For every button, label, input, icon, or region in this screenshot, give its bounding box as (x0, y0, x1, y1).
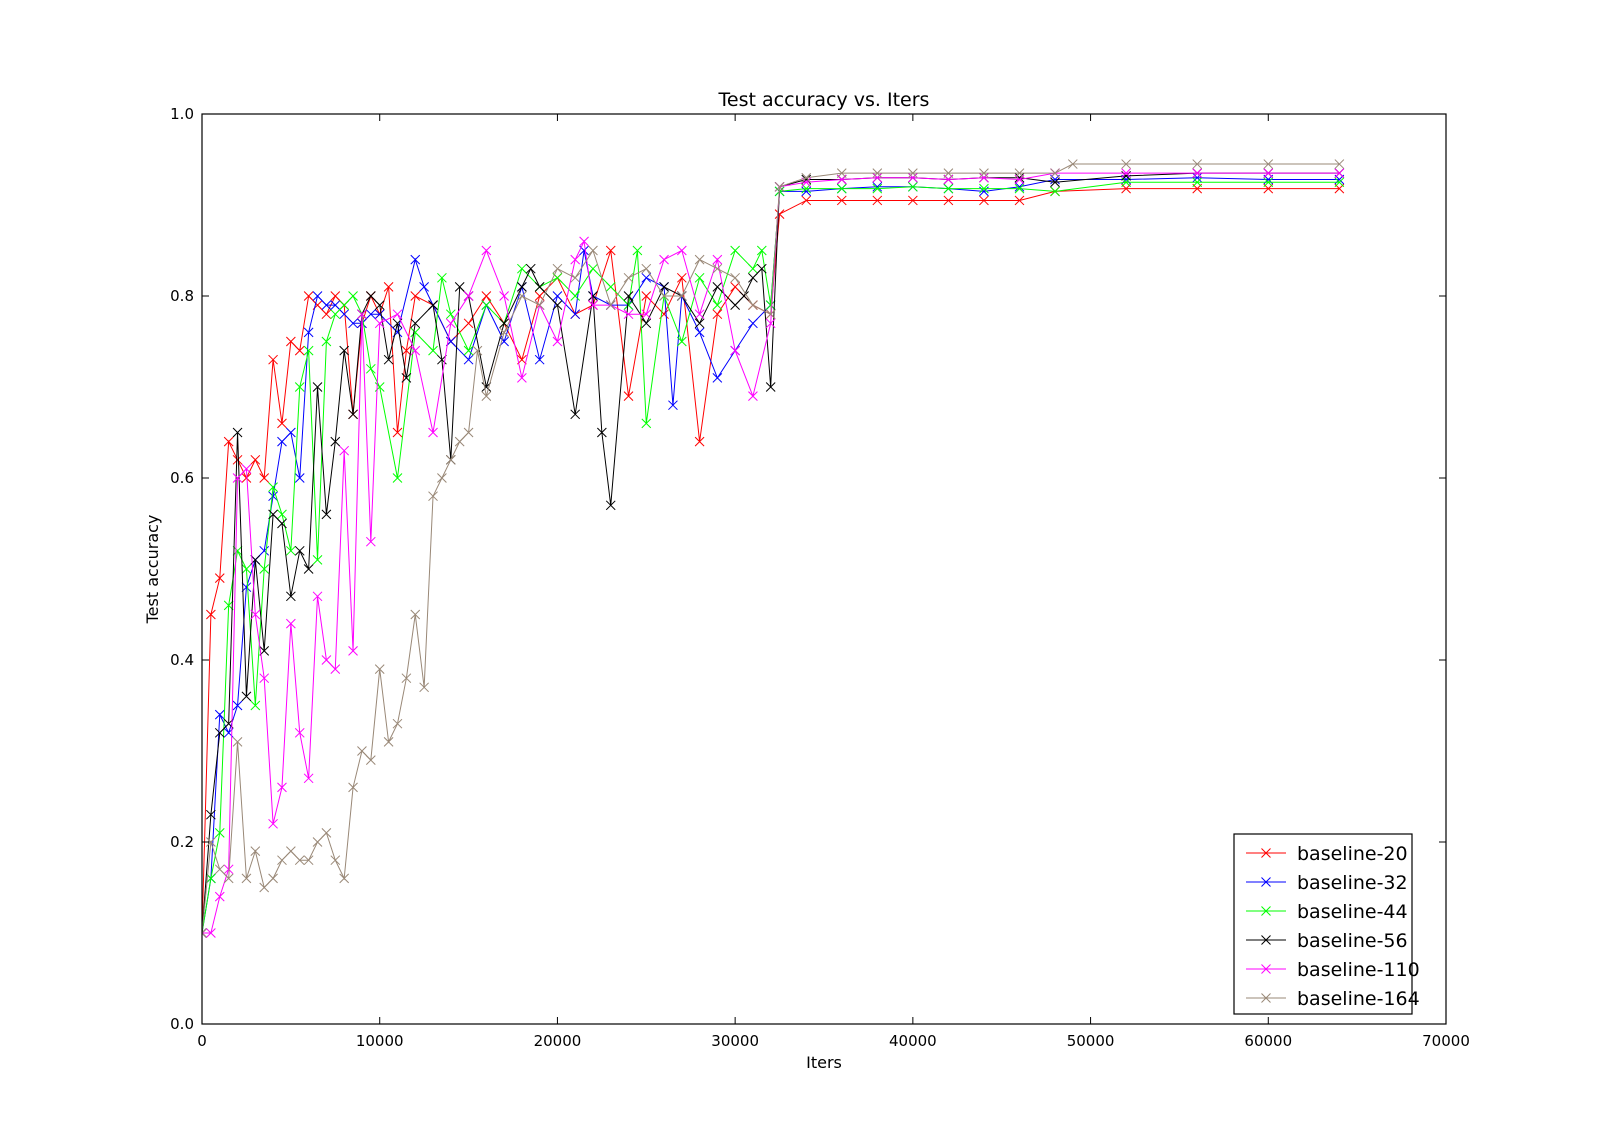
y-tick-label: 0.2 (170, 833, 194, 851)
legend-label: baseline-164 (1297, 988, 1420, 1010)
legend-label: baseline-56 (1297, 930, 1408, 952)
chart-title: Test accuracy vs. Iters (718, 89, 930, 111)
legend-label: baseline-20 (1297, 843, 1408, 865)
y-tick-label: 0.0 (170, 1015, 194, 1033)
y-tick-label: 0.6 (170, 469, 194, 487)
x-axis-title: Iters (806, 1053, 842, 1072)
x-tick-label: 60000 (1244, 1032, 1292, 1050)
x-tick-label: 30000 (711, 1032, 759, 1050)
legend-label: baseline-44 (1297, 901, 1408, 923)
x-tick-label: 50000 (1067, 1032, 1115, 1050)
test-accuracy-chart: Test accuracy vs. Iters 0 10000 20000 30000… (0, 0, 1600, 1133)
y-tick-label: 1.0 (170, 105, 194, 123)
x-tick-label: 10000 (356, 1032, 404, 1050)
legend: baseline-20 baseline-32 baseline-44 baselin… (1233, 833, 1420, 1015)
legend-label: baseline-110 (1297, 959, 1420, 981)
x-tick-label: 70000 (1422, 1032, 1470, 1050)
legend-label: baseline-32 (1297, 872, 1408, 894)
x-tick-label: 40000 (889, 1032, 937, 1050)
y-axis-title: Test accuracy (143, 515, 162, 625)
y-tick-label: 0.8 (170, 287, 194, 305)
x-tick-label: 20000 (534, 1032, 582, 1050)
y-tick-label: 0.4 (170, 651, 194, 669)
x-tick-label: 0 (197, 1032, 207, 1050)
